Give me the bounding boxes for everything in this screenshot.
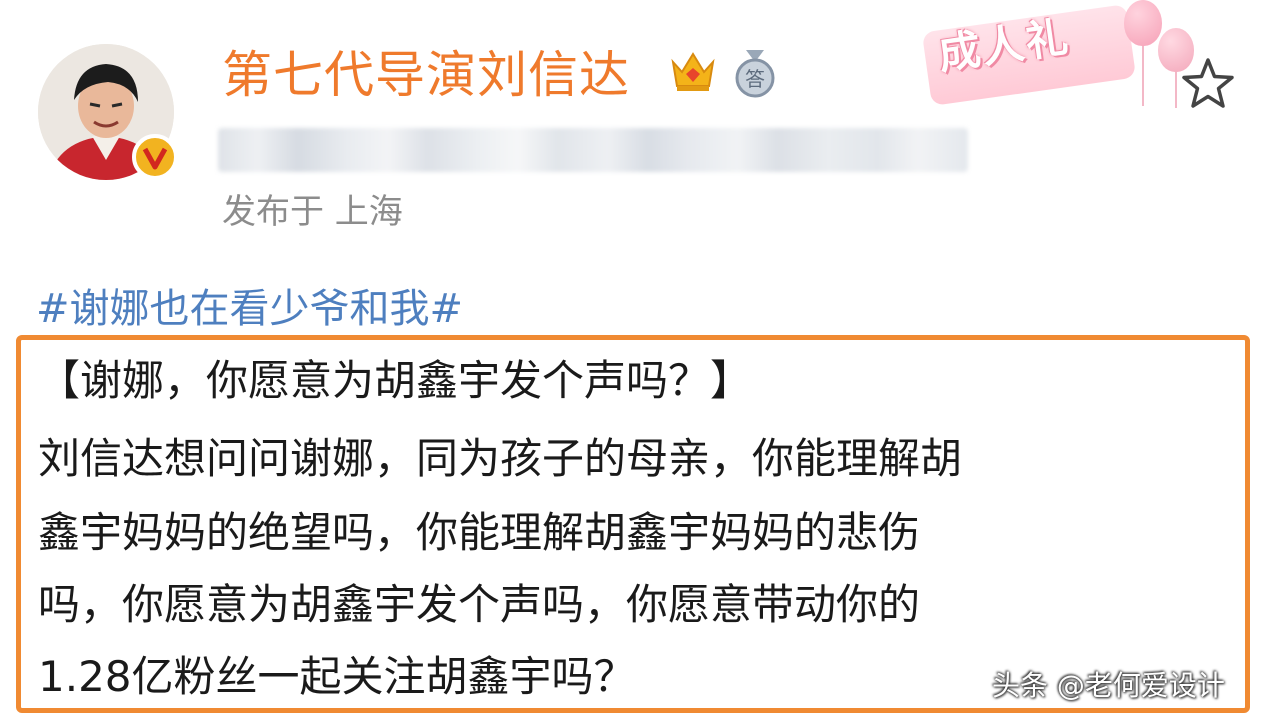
balloon-string [1175, 72, 1177, 108]
medal-icon[interactable]: 答 [734, 50, 776, 98]
star-icon[interactable] [1180, 56, 1236, 110]
username[interactable]: 第七代导演刘信达 [222, 40, 630, 110]
medal-char: 答 [745, 67, 765, 91]
blurred-info [218, 128, 968, 172]
quote-line: 鑫宇妈妈的绝望吗，你能理解胡鑫宇妈妈的悲伤 [38, 508, 921, 557]
medal-graphic: 答 [735, 50, 775, 98]
post-location: 发布于 上海 [222, 192, 403, 232]
verified-v-icon [142, 147, 168, 170]
crown-icon[interactable] [668, 46, 718, 96]
balloon-string [1142, 46, 1144, 106]
coming-of-age-decoration: 成人礼 [912, 0, 1212, 110]
watermark: 头条 @老何爱设计 [992, 669, 1225, 702]
hashtag-link[interactable]: #谢娜也在看少爷和我# [36, 280, 463, 338]
balloon-icon [1124, 0, 1162, 46]
quote-line: 刘信达想问问谢娜，同为孩子的母亲，你能理解胡 [38, 434, 963, 483]
quote-title: 【谢娜，你愿意为胡鑫宇发个声吗？】 [38, 356, 753, 405]
quote-line: 1.28亿粉丝一起关注胡鑫宇吗？ [38, 652, 636, 701]
quote-line: 吗，你愿意为胡鑫宇发个声吗，你愿意带动你的 [38, 580, 921, 629]
verified-badge [132, 134, 178, 180]
